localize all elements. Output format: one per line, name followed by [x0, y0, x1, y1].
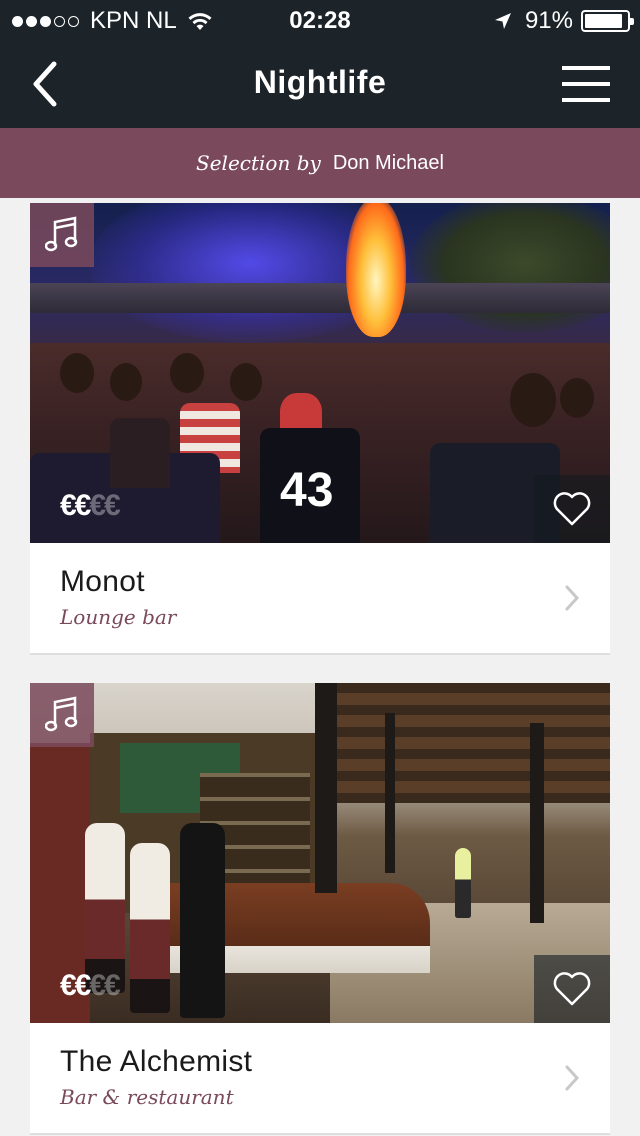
venue-type: Bar & restaurant: [60, 1085, 234, 1109]
hamburger-menu-icon: [562, 66, 610, 102]
venue-name: The Alchemist: [60, 1045, 253, 1078]
price-level: €€€€: [60, 969, 121, 1003]
battery-fill: [585, 14, 622, 28]
chevron-right-icon: [565, 585, 580, 611]
favorite-button[interactable]: [534, 475, 610, 543]
venue-photo[interactable]: 43 €€€€: [30, 203, 610, 543]
bar-counter: [130, 883, 430, 973]
fire-flame: [346, 203, 406, 337]
music-note-icon: [45, 696, 78, 732]
venue-type: Lounge bar: [60, 605, 177, 629]
pillar: [385, 713, 395, 873]
selection-banner: Selection by Don Michael: [0, 128, 640, 198]
venue-info-row[interactable]: The Alchemist Bar & restaurant: [30, 1023, 610, 1133]
ceiling-slats: [330, 683, 610, 803]
nav-bar: Nightlife: [0, 40, 640, 128]
price-inactive: €€: [89, 489, 120, 522]
selection-by-label: Selection by: [196, 151, 321, 175]
walking-person: [455, 848, 471, 918]
crowd-head: [60, 353, 94, 393]
battery-tip: [630, 18, 634, 25]
crowd-head: [510, 373, 556, 427]
staff-person: [85, 823, 125, 993]
roof-beam: [30, 283, 610, 313]
venue-card[interactable]: 43 €€€€ Monot Lounge bar: [30, 203, 610, 655]
crowd-head: [110, 363, 142, 401]
status-right: 91%: [493, 7, 634, 35]
jersey-number: 43: [280, 464, 334, 517]
music-note-icon: [45, 216, 78, 252]
price-inactive: €€: [89, 969, 120, 1002]
crowd-head: [170, 353, 204, 393]
category-badge: [30, 203, 94, 267]
crowd-head: [560, 378, 594, 418]
crowd-head: [230, 363, 262, 401]
venue-photo[interactable]: €€€€: [30, 683, 610, 1023]
pillar: [315, 683, 337, 893]
price-level: €€€€: [60, 489, 121, 523]
venue-name: Monot: [60, 565, 145, 598]
page-title: Nightlife: [253, 64, 387, 100]
price-active: €€: [60, 489, 91, 522]
price-active: €€: [60, 969, 91, 1002]
battery-percent: 91%: [524, 7, 573, 34]
crowd-person: [110, 418, 170, 488]
tree-foliage: [410, 203, 610, 333]
category-badge: [30, 683, 94, 747]
favorite-button[interactable]: [534, 955, 610, 1023]
pillar: [530, 723, 544, 923]
location-arrow-icon: [494, 13, 511, 29]
venue-info-row[interactable]: Monot Lounge bar: [30, 543, 610, 653]
battery-icon: [581, 10, 634, 32]
chevron-right-icon: [565, 1065, 580, 1091]
staff-person: [130, 843, 170, 1013]
venue-card[interactable]: €€€€ The Alchemist Bar & restaurant: [30, 683, 610, 1135]
guest-person: [180, 823, 225, 1018]
heart-outline-icon: [553, 972, 591, 1006]
heart-outline-icon: [553, 492, 591, 526]
curator-name[interactable]: Don Michael: [333, 152, 444, 175]
status-bar: KPN NL 02:28 91%: [0, 0, 640, 40]
menu-button[interactable]: [562, 64, 610, 104]
